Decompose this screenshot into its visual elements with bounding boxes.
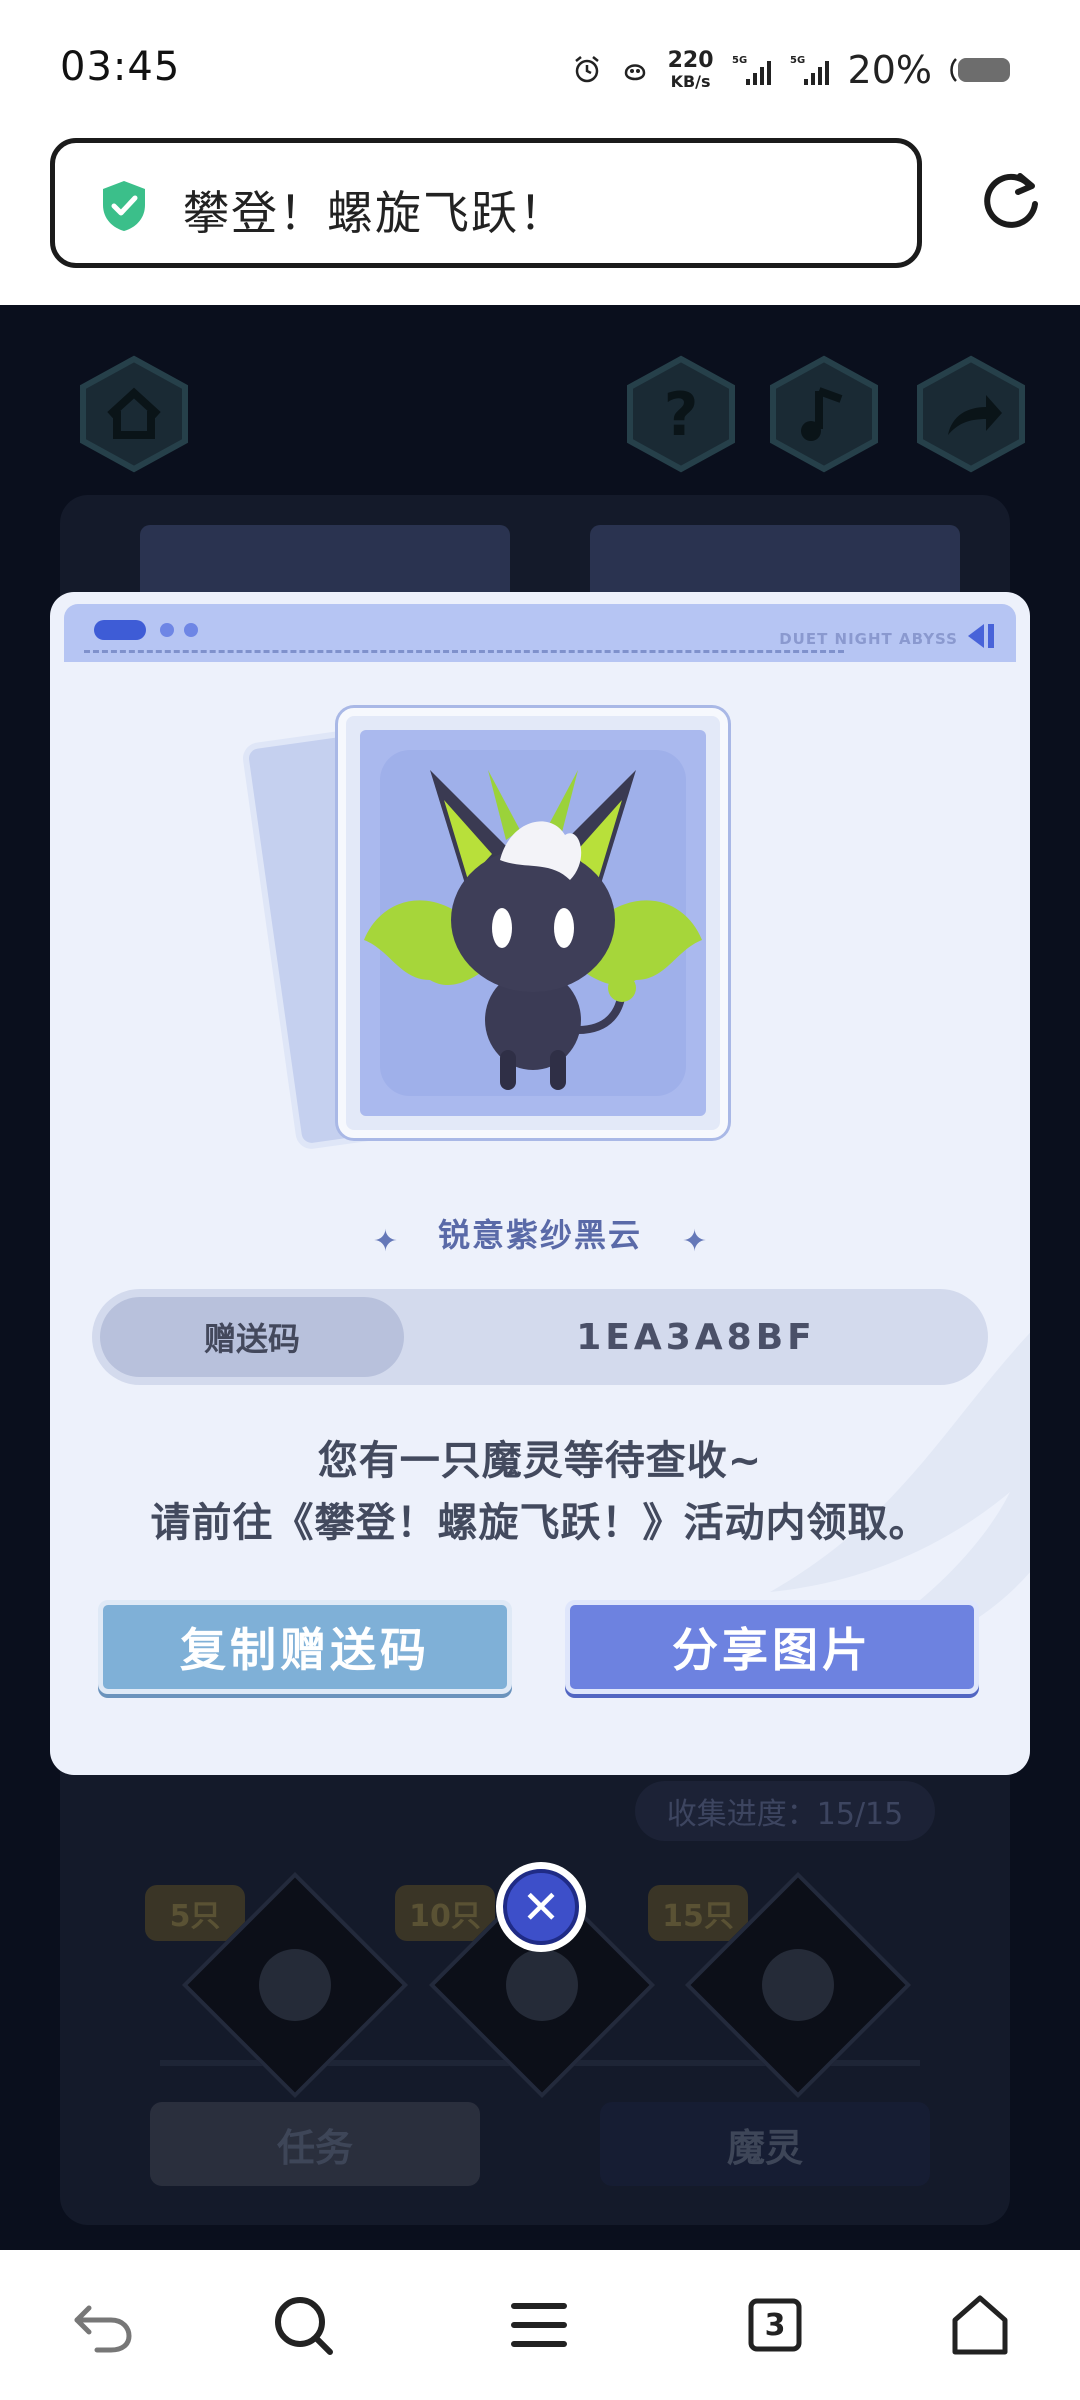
card-front (338, 708, 728, 1138)
music-icon[interactable] (765, 355, 883, 473)
pet-card (240, 702, 788, 1162)
tab-spirits[interactable]: 魔灵 (600, 2102, 930, 2186)
secure-shield-icon (103, 181, 145, 231)
address-bar[interactable]: 攀登！螺旋飞跃！ (50, 138, 922, 268)
status-icons: 220 KB/s 5G 5G 20% (572, 48, 1012, 92)
collection-progress: 收集进度：15/15 (635, 1781, 935, 1841)
close-dialog-button[interactable]: ✕ (496, 1862, 586, 1952)
gift-dialog: DUET NIGHT ABYSS ✦ 锐意紫纱黑云 ✦ 赠送码 1EA3A8BF… (50, 592, 1030, 1775)
sparkle-icon: ✦ (372, 1224, 398, 1259)
pet-name-row: ✦ 锐意紫纱黑云 ✦ (50, 1210, 1030, 1259)
help-icon[interactable]: ? (622, 355, 740, 473)
dialog-message: 您有一只魔灵等待查收~ 请前往《攀登！螺旋飞跃！》活动内领取。 (50, 1430, 1030, 1554)
sparkle-icon: ✦ (682, 1224, 708, 1259)
back-icon[interactable] (67, 2290, 137, 2360)
gift-code-value[interactable]: 1EA3A8BF (404, 1289, 988, 1385)
pet-name: 锐意紫纱黑云 (437, 1216, 642, 1254)
signal-icon-2: 5G (790, 55, 829, 85)
share-icon[interactable] (912, 355, 1030, 473)
tabs-icon[interactable]: 3 (740, 2290, 810, 2360)
message-line-2: 请前往《攀登！螺旋飞跃！》活动内领取。 (150, 1500, 930, 1546)
menu-icon[interactable] (504, 2290, 574, 2360)
gift-code-field[interactable]: 赠送码 1EA3A8BF (92, 1289, 988, 1385)
brand-text: DUET NIGHT ABYSS (779, 630, 958, 648)
copy-code-button[interactable]: 复制赠送码 (98, 1600, 512, 1694)
network-speed: 220 KB/s (667, 48, 714, 91)
battery-percent: 20% (847, 48, 932, 92)
search-icon[interactable] (268, 2290, 338, 2360)
pet-creature-image (364, 750, 702, 1096)
svg-text:5G: 5G (790, 55, 805, 66)
signal-icon: 5G (732, 55, 771, 85)
svg-text:?: ? (664, 380, 699, 450)
home-icon[interactable] (75, 355, 193, 473)
browser-bottom-nav: 3 (0, 2250, 1080, 2400)
header-dot (184, 623, 198, 637)
close-icon: ✕ (503, 1869, 579, 1945)
status-bar: 03:45 220 KB/s 5G 5G 20% (0, 0, 1080, 135)
home-nav-icon[interactable] (945, 2290, 1015, 2360)
message-line-1: 您有一只魔灵等待查收~ (317, 1438, 763, 1484)
header-dot (160, 623, 174, 637)
page-title: 攀登！螺旋飞跃！ (183, 186, 567, 240)
milestone-tag: 15只 (648, 1885, 748, 1941)
dialog-header: DUET NIGHT ABYSS (64, 604, 1016, 662)
pet-image (360, 730, 706, 1116)
header-divider (84, 650, 844, 653)
tab-tasks[interactable]: 任务 (150, 2102, 480, 2186)
reload-icon[interactable] (978, 168, 1044, 234)
header-pill (94, 620, 146, 640)
gift-code-label: 赠送码 (100, 1297, 404, 1377)
battery-charging-icon (950, 58, 1010, 82)
status-time: 03:45 (60, 44, 181, 90)
corner-arrow-icon (968, 624, 994, 648)
milestone-tag: 5只 (145, 1885, 245, 1941)
notification-app-icon (624, 64, 645, 81)
tab-count: 3 (764, 2307, 786, 2343)
alarm-icon (574, 56, 599, 83)
svg-text:5G: 5G (732, 55, 747, 66)
share-image-button[interactable]: 分享图片 (565, 1600, 979, 1694)
